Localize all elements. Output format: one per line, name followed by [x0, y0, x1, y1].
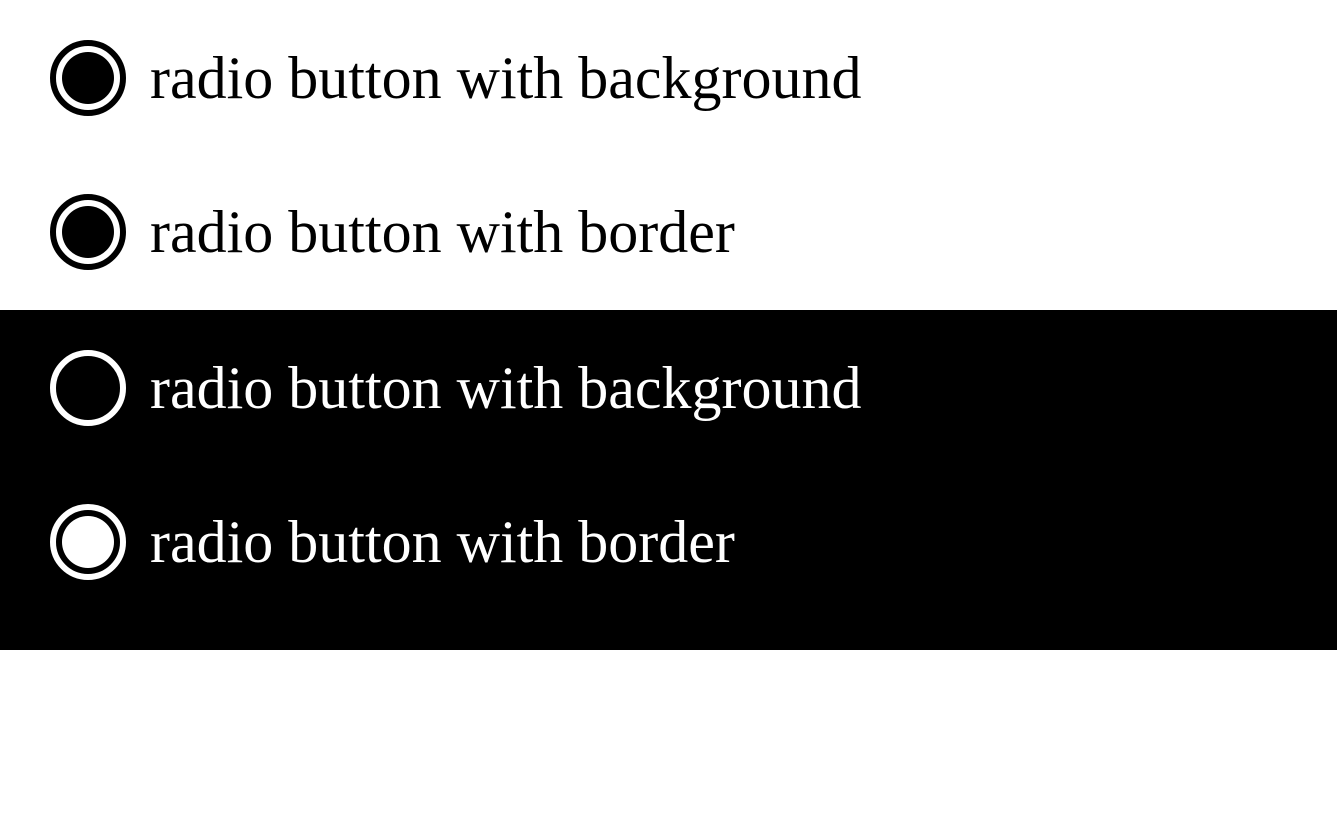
radio-row-background-dark: radio button with background: [50, 350, 1287, 426]
radio-label: radio button with background: [150, 358, 862, 418]
radio-button-unselected-icon[interactable]: [50, 350, 126, 426]
radio-label: radio button with border: [150, 512, 735, 572]
radio-row-border-light: radio button with border: [50, 194, 1287, 270]
radio-label: radio button with border: [150, 202, 735, 262]
dark-section: radio button with background radio butto…: [0, 310, 1337, 650]
radio-label: radio button with background: [150, 48, 862, 108]
light-section: radio button with background radio butto…: [0, 0, 1337, 310]
radio-button-selected-icon[interactable]: [50, 194, 126, 270]
radio-row-background-light: radio button with background: [50, 40, 1287, 116]
radio-row-border-dark: radio button with border: [50, 504, 1287, 580]
radio-button-selected-icon[interactable]: [50, 40, 126, 116]
radio-button-selected-icon[interactable]: [50, 504, 126, 580]
